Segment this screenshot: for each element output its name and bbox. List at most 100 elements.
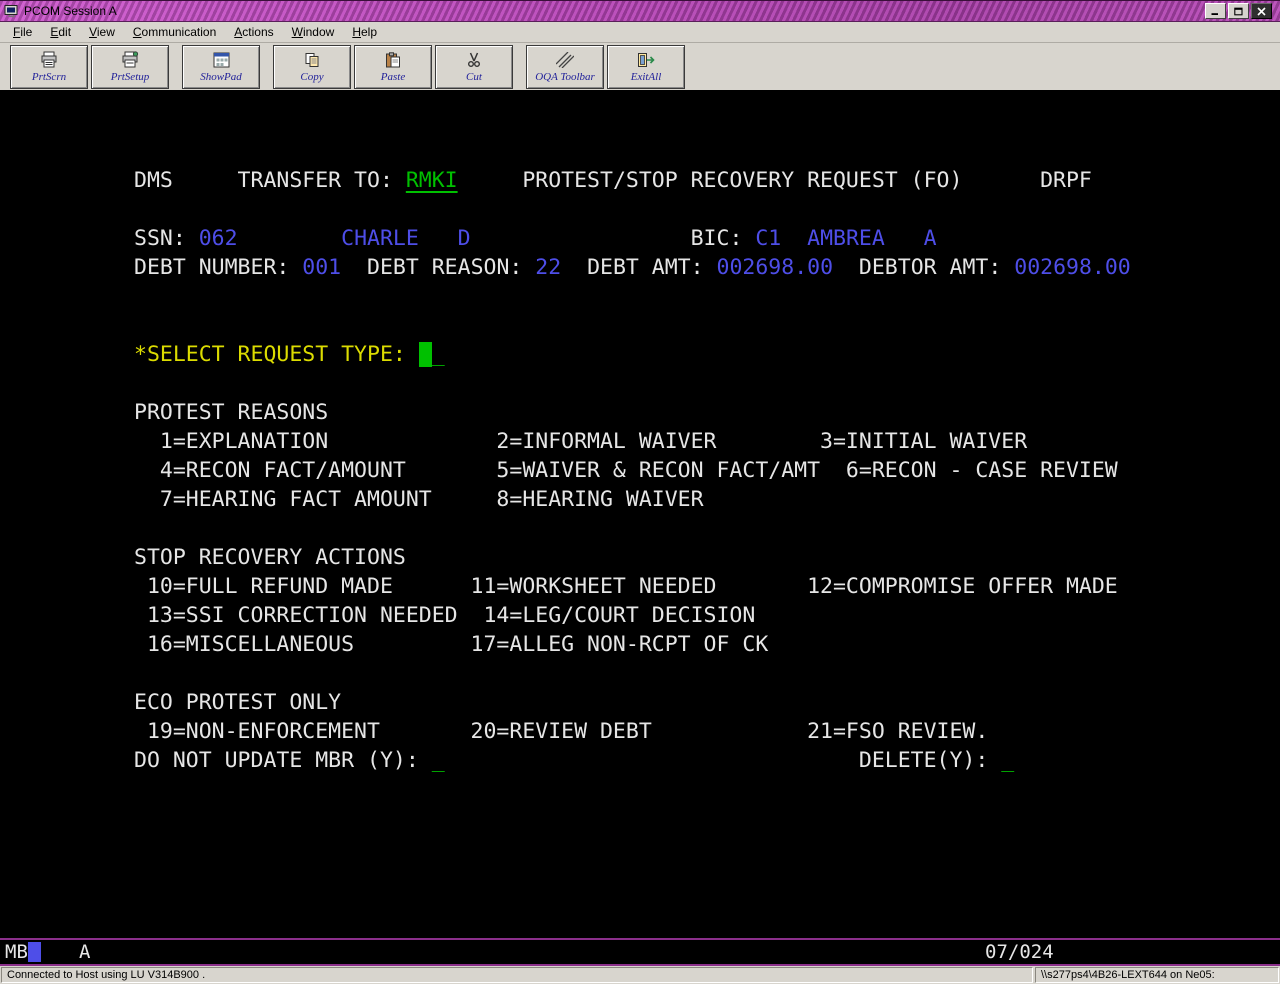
printer-setup-icon xyxy=(121,51,139,69)
menu-item-edit[interactable]: Edit xyxy=(41,23,80,41)
debtor-amt-value: 002698.00 xyxy=(1014,255,1131,280)
terminal-text: DMS TRANSFER TO: xyxy=(134,168,406,193)
toolbar: PrtScrn PrtSetup ShowPad Copy Paste Cut OQA To… xyxy=(0,43,1280,90)
terminal-line-14: 10=FULL REFUND MADE 11=WORKSHEET NEEDED … xyxy=(134,572,1118,601)
toolbar-button-label: Copy xyxy=(300,71,323,83)
terminal-text: 10=FULL REFUND MADE 11=WORKSHEET NEEDED … xyxy=(134,574,1118,599)
toolbar-button-cut[interactable]: Cut xyxy=(435,45,513,89)
menu-item-window[interactable]: Window xyxy=(283,23,344,41)
debt-reason-value: 22 xyxy=(535,255,561,280)
showpad-icon xyxy=(213,51,230,69)
toolbar-button-prtscrn[interactable]: PrtScrn xyxy=(10,45,88,89)
terminal-line-13: STOP RECOVERY ACTIONS xyxy=(134,543,406,572)
pcom-window: PCOM Session A FileEditViewCommunication… xyxy=(0,0,1280,984)
terminal-line-9: 1=EXPLANATION 2=INFORMAL WAIVER 3=INITIA… xyxy=(134,427,1027,456)
terminal-line-11: 7=HEARING FACT AMOUNT 8=HEARING WAIVER xyxy=(134,485,704,514)
maximize-button[interactable] xyxy=(1228,3,1249,19)
print-screen-icon xyxy=(40,51,58,69)
toolbar-button-prtsetup[interactable]: PrtSetup xyxy=(91,45,169,89)
toolbar-button-label: Paste xyxy=(381,71,405,83)
terminal-text: 16=MISCELLANEOUS 17=ALLEG NON-RCPT OF CK xyxy=(134,632,768,657)
delete-label: DELETE(Y): xyxy=(445,748,1002,773)
terminal-line-0: DMS TRANSFER TO: RMKI PROTEST/STOP RECOV… xyxy=(134,166,1092,195)
oia-cursor-block-icon xyxy=(28,942,41,962)
toolbar-button-exitall[interactable]: ExitAll xyxy=(607,45,685,89)
menu-item-communication[interactable]: Communication xyxy=(124,23,225,41)
toolbar-button-showpad[interactable]: ShowPad xyxy=(182,45,260,89)
do-not-update-mbr-label: DO NOT UPDATE MBR (Y): xyxy=(134,748,432,773)
terminal-line-10: 4=RECON FACT/AMOUNT 5=WAIVER & RECON FAC… xyxy=(134,456,1118,485)
terminal-line-3: DEBT NUMBER: 001 DEBT REASON: 22 DEBT AM… xyxy=(134,253,1131,282)
minimize-button[interactable] xyxy=(1205,3,1226,19)
terminal-line-8: PROTEST REASONS xyxy=(134,398,328,427)
window-controls xyxy=(1205,3,1276,19)
status-bar: Connected to Host using LU V314B900 . \\… xyxy=(0,966,1280,984)
terminal-text: BIC: xyxy=(471,226,756,251)
terminal-text: PROTEST/STOP RECOVERY REQUEST (FO) DRPF xyxy=(458,168,1092,193)
menu-item-file[interactable]: File xyxy=(4,23,41,41)
terminal-line-2: SSN: 062 CHARLE D BIC: C1 AMBREA A xyxy=(134,224,937,253)
exit-all-icon xyxy=(637,51,655,69)
maximize-icon xyxy=(1234,7,1243,16)
terminal-line-16: 16=MISCELLANEOUS 17=ALLEG NON-RCPT OF CK xyxy=(134,630,768,659)
toolbar-button-copy[interactable]: Copy xyxy=(273,45,351,89)
menu-item-view[interactable]: View xyxy=(80,23,124,41)
bic-value: C1 AMBREA A xyxy=(755,226,936,251)
close-button[interactable] xyxy=(1251,3,1272,19)
terminal-text: DEBT AMT: xyxy=(561,255,716,280)
oia-indicator: MB xyxy=(5,940,28,964)
menu-item-actions[interactable]: Actions xyxy=(225,23,282,41)
terminal-text: DEBT NUMBER: xyxy=(134,255,302,280)
connection-status: Connected to Host using LU V314B900 . xyxy=(1,967,1033,983)
stop-recovery-actions-heading: STOP RECOVERY ACTIONS xyxy=(134,545,406,570)
toolbar-button-oqa-toolbar[interactable]: OQA Toolbar xyxy=(526,45,604,89)
terminal-text: 1=EXPLANATION 2=INFORMAL WAIVER 3=INITIA… xyxy=(134,429,1027,454)
eco-protest-only-heading: ECO PROTEST ONLY xyxy=(134,690,341,715)
debt-number-value: 001 xyxy=(302,255,341,280)
toolbar-button-label: Cut xyxy=(466,71,482,83)
toolbar-button-label: ShowPad xyxy=(200,71,242,83)
paste-icon xyxy=(385,51,401,69)
terminal-line-15: 13=SSI CORRECTION NEEDED 14=LEG/COURT DE… xyxy=(134,601,755,630)
terminal-line-20: DO NOT UPDATE MBR (Y): _ DELETE(Y): _ xyxy=(134,746,1014,775)
terminal-text: DEBTOR AMT: xyxy=(833,255,1014,280)
toolbar-button-label: OQA Toolbar xyxy=(535,71,595,83)
terminal-status-row: MB A 07/024 xyxy=(0,938,1280,966)
protest-reasons-heading: PROTEST REASONS xyxy=(134,400,328,425)
delete-input[interactable]: _ xyxy=(1001,748,1014,773)
toolbar-button-label: PrtScrn xyxy=(32,71,66,83)
request-type-input-cursor[interactable] xyxy=(419,342,432,367)
oia-cursor-position: 07/024 xyxy=(985,940,1054,964)
minimize-icon xyxy=(1211,7,1220,16)
transfer-to-value[interactable]: RMKI xyxy=(406,168,458,193)
toolbar-button-label: PrtSetup xyxy=(111,71,150,83)
terminal-text: DEBT REASON: xyxy=(341,255,535,280)
select-request-type-label: *SELECT REQUEST TYPE: xyxy=(134,342,419,367)
terminal-text: 13=SSI CORRECTION NEEDED 14=LEG/COURT DE… xyxy=(134,603,755,628)
titlebar[interactable]: PCOM Session A xyxy=(0,0,1280,22)
terminal-line-19: 19=NON-ENFORCEMENT 20=REVIEW DEBT 21=FSO… xyxy=(134,717,988,746)
oia-session-id: A xyxy=(79,940,90,964)
terminal-text: 19=NON-ENFORCEMENT 20=REVIEW DEBT 21=FSO… xyxy=(134,719,988,744)
ssn-name-value: 062 CHARLE D xyxy=(199,226,471,251)
menubar: FileEditViewCommunicationActionsWindowHe… xyxy=(0,22,1280,43)
terminal-text: SSN: xyxy=(134,226,199,251)
window-title: PCOM Session A xyxy=(24,4,117,18)
debt-amt-value: 002698.00 xyxy=(717,255,834,280)
toolbar-button-label: ExitAll xyxy=(631,71,662,83)
oqa-toolbar-icon xyxy=(556,51,574,69)
app-icon xyxy=(4,4,20,19)
terminal-text: 7=HEARING FACT AMOUNT 8=HEARING WAIVER xyxy=(134,487,704,512)
do-not-update-mbr-input[interactable]: _ xyxy=(432,748,445,773)
menu-item-help[interactable]: Help xyxy=(343,23,386,41)
terminal-line-6: *SELECT REQUEST TYPE: _ xyxy=(134,340,445,369)
toolbar-button-paste[interactable]: Paste xyxy=(354,45,432,89)
terminal-screen[interactable]: DMS TRANSFER TO: RMKI PROTEST/STOP RECOV… xyxy=(0,90,1280,938)
terminal-line-18: ECO PROTEST ONLY xyxy=(134,688,341,717)
copy-icon xyxy=(304,51,320,69)
close-icon xyxy=(1257,7,1266,16)
printer-mapping-status: \\s277ps4\4B26-LEXT644 on Ne05: xyxy=(1035,967,1279,983)
cut-icon xyxy=(466,51,482,69)
terminal-text: 4=RECON FACT/AMOUNT 5=WAIVER & RECON FAC… xyxy=(134,458,1118,483)
request-type-input[interactable]: _ xyxy=(432,342,445,367)
